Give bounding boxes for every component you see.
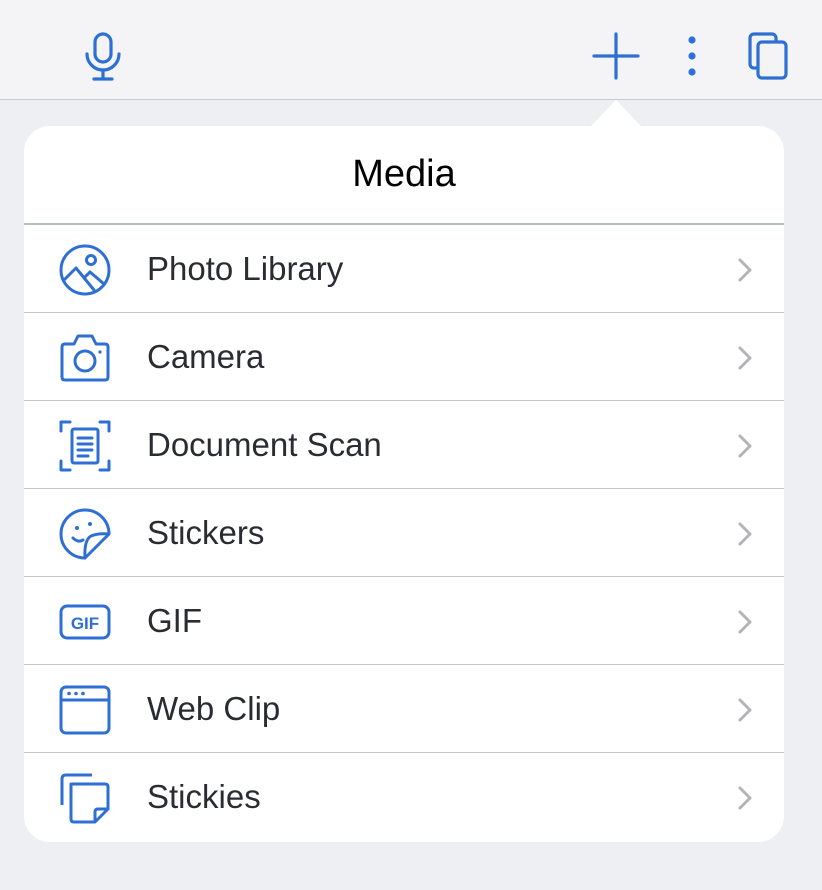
- media-item-document-scan[interactable]: Document Scan: [24, 401, 784, 489]
- microphone-icon: [85, 32, 121, 81]
- media-item-label: Camera: [147, 338, 265, 375]
- media-list: Photo Library Camera Document Scan Stick…: [24, 225, 784, 841]
- more-button[interactable]: [672, 30, 712, 82]
- media-item-label: GIF: [147, 602, 202, 639]
- chevron-right-icon: [736, 345, 754, 371]
- media-item-stickers[interactable]: Stickers: [24, 489, 784, 577]
- toolbar: [0, 0, 822, 100]
- tabs-icon: [748, 32, 788, 80]
- chevron-right-icon: [736, 257, 754, 283]
- stickies-icon: [58, 771, 112, 825]
- media-item-camera[interactable]: Camera: [24, 313, 784, 401]
- plus-icon: [592, 32, 640, 80]
- more-vertical-icon: [688, 36, 696, 76]
- media-item-label: Stickies: [147, 778, 261, 815]
- media-item-gif[interactable]: GIF GIF: [24, 577, 784, 665]
- media-item-label: Stickers: [147, 514, 265, 551]
- media-item-label: Web Clip: [147, 690, 281, 727]
- chevron-right-icon: [736, 785, 754, 811]
- media-popover: Media Photo Library Camera Document Scan…: [24, 126, 784, 842]
- add-button[interactable]: [590, 30, 642, 82]
- chevron-right-icon: [736, 697, 754, 723]
- tabs-button[interactable]: [744, 30, 792, 82]
- media-item-label: Photo Library: [147, 250, 344, 287]
- camera-icon: [58, 331, 112, 385]
- popover-title: Media: [24, 126, 784, 225]
- photo-library-icon: [58, 243, 112, 297]
- web-clip-icon: [58, 683, 112, 737]
- popover-arrow: [589, 100, 643, 128]
- document-scan-icon: [58, 419, 112, 473]
- chevron-right-icon: [736, 433, 754, 459]
- gif-badge-text: GIF: [71, 614, 99, 633]
- media-item-photo-library[interactable]: Photo Library: [24, 225, 784, 313]
- chevron-right-icon: [736, 521, 754, 547]
- chevron-right-icon: [736, 609, 754, 635]
- gif-icon: GIF: [58, 595, 112, 649]
- media-item-label: Document Scan: [147, 426, 382, 463]
- sticker-icon: [58, 507, 112, 561]
- media-item-stickies[interactable]: Stickies: [24, 753, 784, 841]
- microphone-button[interactable]: [80, 30, 126, 84]
- media-item-web-clip[interactable]: Web Clip: [24, 665, 784, 753]
